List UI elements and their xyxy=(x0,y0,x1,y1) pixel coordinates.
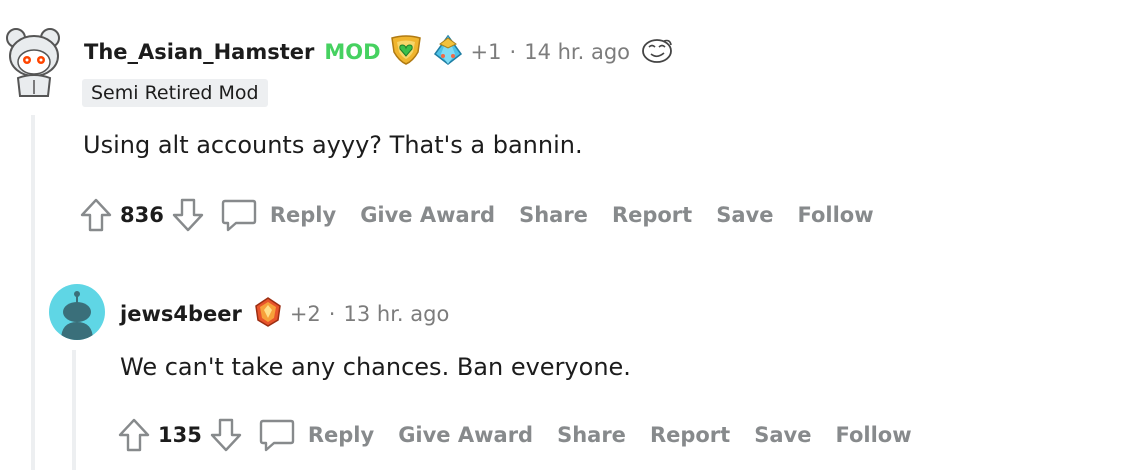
timestamp[interactable]: 14 hr. ago xyxy=(524,40,630,64)
give-award-button[interactable]: Give Award xyxy=(360,203,495,227)
comment-bubble-icon xyxy=(220,197,258,233)
reply-label: Reply xyxy=(269,203,337,227)
shield-heart-award-icon[interactable] xyxy=(389,34,423,70)
save-button[interactable]: Save xyxy=(716,203,773,227)
comment-meta: The_Asian_Hamster MOD +1 · 14 hr. ago xyxy=(84,34,674,70)
report-button[interactable]: Report xyxy=(650,423,730,447)
award-count[interactable]: +2 xyxy=(290,302,321,326)
comment-actions: 135 Reply Give Award Share Report Save F… xyxy=(116,414,936,456)
mod-badge: MOD xyxy=(324,40,381,64)
diamond-hat-award-icon[interactable] xyxy=(431,34,465,70)
reply-button[interactable]: Reply xyxy=(258,417,374,453)
share-button[interactable]: Share xyxy=(519,203,588,227)
reply-button[interactable]: Reply xyxy=(220,197,336,233)
username[interactable]: jews4beer xyxy=(120,302,242,326)
user-flair: Semi Retired Mod xyxy=(82,79,268,107)
orange-gem-award-icon[interactable] xyxy=(252,296,284,332)
upvote-button[interactable] xyxy=(116,415,152,455)
avatar[interactable] xyxy=(4,24,64,100)
upvote-button[interactable] xyxy=(78,195,114,235)
avatar[interactable] xyxy=(49,284,105,340)
vote-score: 135 xyxy=(158,423,202,447)
vote-score: 836 xyxy=(120,203,164,227)
save-button[interactable]: Save xyxy=(754,423,811,447)
timestamp[interactable]: 13 hr. ago xyxy=(343,302,449,326)
downvote-button[interactable] xyxy=(170,195,206,235)
award-count[interactable]: +1 xyxy=(471,40,502,64)
separator: · xyxy=(328,302,336,326)
comment-body: We can't take any chances. Ban everyone. xyxy=(120,353,631,381)
follow-button[interactable]: Follow xyxy=(835,423,911,447)
comment-bubble-icon xyxy=(258,417,296,453)
separator: · xyxy=(509,40,517,64)
comment-body: Using alt accounts ayyy? That's a bannin… xyxy=(83,131,583,159)
face-emoji-icon xyxy=(640,35,674,69)
username[interactable]: The_Asian_Hamster xyxy=(84,40,314,64)
comment-meta: jews4beer +2 · 13 hr. ago xyxy=(120,296,449,332)
thread-line-1[interactable] xyxy=(31,115,35,470)
reply-label: Reply xyxy=(307,423,375,447)
share-button[interactable]: Share xyxy=(557,423,626,447)
comment-actions: 836 Reply Give Award Share Report Save F… xyxy=(78,194,898,236)
follow-button[interactable]: Follow xyxy=(797,203,873,227)
report-button[interactable]: Report xyxy=(612,203,692,227)
downvote-button[interactable] xyxy=(208,415,244,455)
thread-line-2[interactable] xyxy=(72,350,76,470)
give-award-button[interactable]: Give Award xyxy=(398,423,533,447)
